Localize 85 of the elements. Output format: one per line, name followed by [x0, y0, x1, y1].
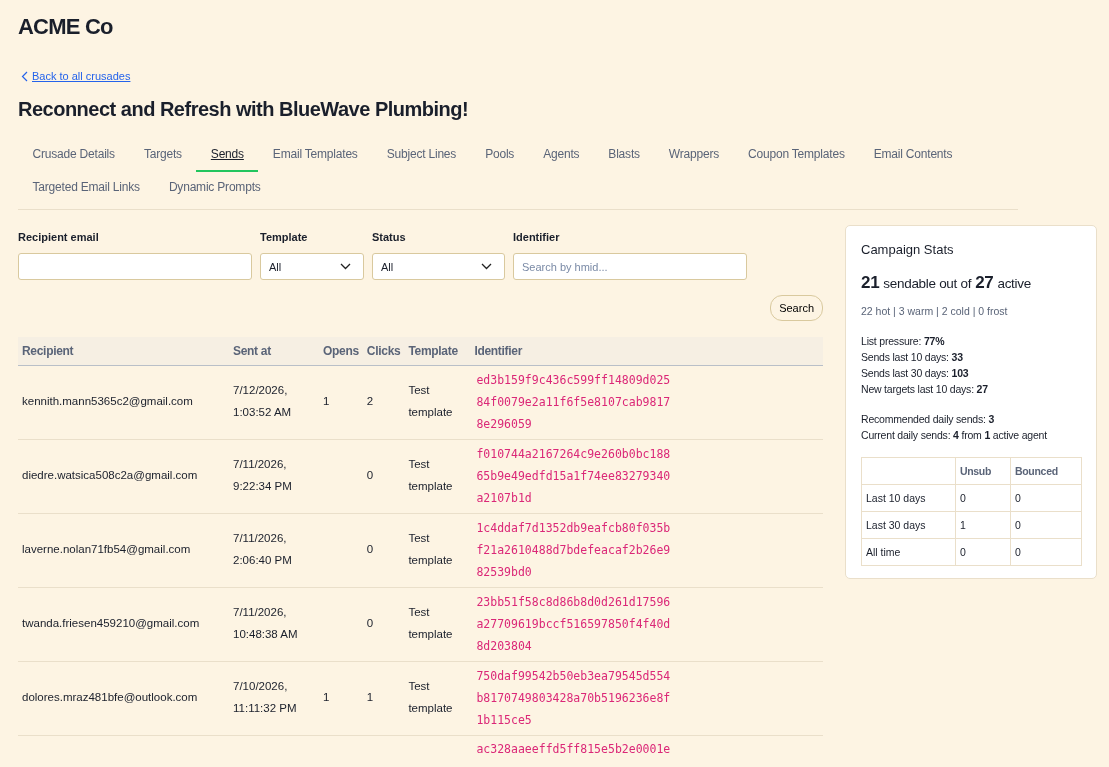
tab[interactable]: Coupon Templates — [733, 139, 860, 172]
table-cell: 0 — [366, 543, 374, 556]
identifier-hash: 750daf99542b50eb3ea79545d554b8170749803428a70b5196236e8f1b115ce5 — [476, 668, 671, 729]
metric-line: List pressure: 77% — [861, 335, 946, 347]
table-cell: 0 — [959, 492, 966, 504]
identifier-hash: 23bb51f58c8d86b8d0d261d17596a27709619bccf516597850f4f40d8d203804 — [476, 594, 671, 655]
chevron-down-icon — [340, 263, 351, 270]
tab[interactable]: Email Templates — [258, 139, 373, 172]
table-cell: Last 30 days — [866, 519, 926, 531]
column-header: Opens — [319, 337, 363, 366]
dropdown-field[interactable]: All — [372, 253, 505, 280]
search-button[interactable]: Search — [770, 295, 823, 321]
table-cell: 7/12/2026, 1:03:52 AM — [233, 384, 292, 418]
column-header: Recipient — [18, 337, 229, 366]
table-cell: All time — [866, 546, 901, 558]
chevron-down-icon — [481, 263, 492, 270]
tab[interactable]: Pools — [470, 139, 529, 172]
metric-line: Sends last 30 days: 103 — [861, 367, 970, 379]
filter-label: Recipient email — [18, 231, 100, 243]
stat-label: active — [997, 276, 1031, 291]
table-cell: 1 — [323, 691, 330, 704]
brand-logo: ACME Co — [18, 13, 114, 40]
table-cell: twanda.friesen459210@gmail.com — [22, 617, 200, 630]
tab[interactable]: Crusade Details — [18, 139, 130, 172]
column-header: Template — [404, 337, 471, 366]
table-cell: 1 — [959, 519, 966, 531]
chevron-left-icon — [21, 70, 28, 82]
table-cell: 0 — [959, 546, 966, 558]
tab[interactable]: Blasts — [593, 139, 655, 172]
table-cell: 1 — [323, 395, 330, 408]
stat-number: 27 — [975, 273, 994, 293]
identifier-hash: ed3b159f9c436c599ff14809d02584f0079e2a11f6f5e8107cab98178e296059 — [476, 372, 671, 433]
dropdown-field[interactable]: All — [260, 253, 364, 280]
metric-line: Sends last 10 days: 33 — [861, 351, 964, 363]
column-header: Unsub — [959, 465, 992, 477]
table-cell: 0 — [366, 617, 374, 630]
temperature-summary: 22 hot | 3 warm | 2 cold | 0 frost — [861, 305, 1009, 317]
tab[interactable]: Email Contents — [859, 139, 967, 172]
identifier-hash: f010744a2167264c9e260b0bc18865b9e49edfd15a1f74ee83279340a2107b1d — [476, 446, 671, 507]
identifier-hash: 1c4ddaf7d1352db9eafcb80f035bf21a2610488d7bdefeacaf2b26e982539bd0 — [476, 520, 671, 581]
identifier-hash: ac328aaeeffd5ff815e5b2e0001e — [476, 741, 671, 758]
tab[interactable]: Targets — [129, 139, 197, 172]
stat-number: 21 — [861, 273, 880, 293]
page-title: Reconnect and Refresh with BlueWave Plumbing! — [18, 98, 470, 121]
table-cell: diedre.watsica508c2a@gmail.com — [22, 469, 198, 482]
filter-label: Status — [372, 231, 407, 243]
table-cell: Test template — [408, 532, 453, 566]
table-cell: 2 — [366, 395, 374, 408]
table-cell: 7/10/2026, 11:11:32 PM — [233, 680, 297, 714]
text-field[interactable]: Search by hmid... — [513, 253, 747, 280]
column-header: Clicks — [362, 337, 405, 366]
table-cell: 0 — [1014, 492, 1021, 504]
tab[interactable]: Sends — [196, 139, 259, 172]
table-cell: Test template — [408, 384, 453, 418]
metric-line: Recommended daily sends: 3 — [861, 413, 996, 425]
table-cell: 7/11/2026, 9:22:34 PM — [233, 458, 292, 492]
table-cell: 0 — [366, 469, 374, 482]
tab[interactable]: Agents — [528, 139, 594, 172]
tab[interactable]: Targeted Email Links — [18, 172, 155, 205]
text-field[interactable] — [18, 253, 252, 280]
table-cell: kennith.mann5365c2@gmail.com — [22, 395, 193, 408]
table-cell: 0 — [1014, 546, 1021, 558]
table-cell: dolores.mraz481bfe@outlook.com — [22, 691, 198, 704]
metric-line: Current daily sends: 4 from 1 active agent — [861, 429, 1048, 441]
table-cell: Last 10 days — [866, 492, 926, 504]
filter-label: Identifier — [513, 231, 561, 243]
tab[interactable]: Wrappers — [654, 139, 734, 172]
column-header: Sent at — [229, 337, 319, 366]
table-cell: Test template — [408, 458, 453, 492]
tab[interactable]: Subject Lines — [372, 139, 471, 172]
stat-label: sendable out of — [883, 276, 972, 291]
column-header: Bounced — [1014, 465, 1058, 477]
column-header: Identifier — [470, 337, 823, 366]
tab[interactable]: Dynamic Prompts — [154, 172, 276, 205]
table-cell: 7/11/2026, 2:06:40 PM — [233, 532, 292, 566]
table-cell: Test template — [408, 680, 453, 714]
filter-label: Template — [260, 231, 309, 243]
table-cell: laverne.nolan71fb54@gmail.com — [22, 543, 191, 556]
table-cell: 7/11/2026, 10:48:38 AM — [233, 606, 298, 640]
metric-line: New targets last 10 days: 27 — [861, 383, 989, 395]
table-cell: 0 — [1014, 519, 1021, 531]
card-title: Campaign Stats — [861, 242, 955, 257]
table-cell: Test template — [408, 606, 453, 640]
back-link[interactable]: Back to all crusades — [32, 70, 131, 82]
table-cell: 1 — [366, 691, 374, 704]
